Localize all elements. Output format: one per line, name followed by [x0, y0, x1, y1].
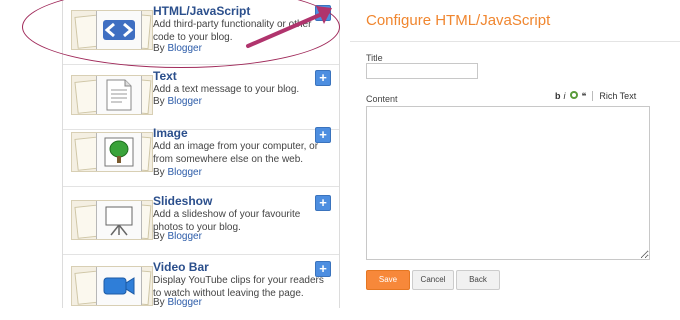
add-gadget-button[interactable]: + — [315, 195, 331, 211]
author-prefix: By — [153, 43, 165, 54]
gadget-author: By Blogger — [153, 167, 202, 178]
gadget-thumbnail — [71, 10, 153, 50]
gadget-thumbnail — [71, 75, 153, 115]
toolbar-separator — [592, 91, 594, 101]
title-input[interactable] — [366, 63, 478, 79]
author-link[interactable]: Blogger — [167, 231, 201, 242]
back-button[interactable]: Back — [456, 270, 500, 290]
gadget-title[interactable]: Slideshow — [153, 194, 212, 208]
author-prefix: By — [153, 231, 165, 242]
add-gadget-button[interactable]: + — [315, 70, 331, 86]
gadget-text[interactable]: Text Add a text message to your blog. By… — [63, 65, 339, 130]
content-textarea[interactable] — [366, 106, 650, 260]
gadget-video-bar[interactable]: Video Bar Display YouTube clips for your… — [63, 256, 339, 320]
gadget-description: Add a text message to your blog. — [153, 84, 300, 95]
gadget-title[interactable]: Text — [153, 69, 177, 83]
gadget-slideshow[interactable]: Slideshow Add a slideshow of your favour… — [63, 190, 339, 255]
author-link[interactable]: Blogger — [167, 297, 201, 308]
link-icon[interactable] — [569, 90, 579, 102]
save-button[interactable]: Save — [366, 270, 410, 290]
content-label: Content — [366, 94, 398, 104]
annotation-arrow — [246, 6, 332, 48]
add-gadget-button[interactable]: + — [315, 127, 331, 143]
add-gadget-button[interactable]: + — [315, 261, 331, 277]
italic-button[interactable]: i — [564, 91, 566, 101]
title-label: Title — [366, 53, 383, 63]
text-document-icon — [96, 76, 142, 114]
gadget-author: By Blogger — [153, 231, 202, 242]
code-brackets-icon — [96, 11, 142, 49]
gadget-title[interactable]: Video Bar — [153, 260, 209, 274]
author-prefix: By — [153, 297, 165, 308]
gadget-thumbnail — [71, 266, 153, 306]
bold-button[interactable]: b — [555, 91, 561, 101]
author-link[interactable]: Blogger — [167, 96, 201, 107]
gadget-title[interactable]: HTML/JavaScript — [153, 4, 250, 18]
configure-panel: Configure HTML/JavaScript Title Content … — [350, 0, 680, 308]
author-link[interactable]: Blogger — [167, 43, 201, 54]
gadget-title[interactable]: Image — [153, 126, 188, 140]
gadget-author: By Blogger — [153, 297, 202, 308]
author-prefix: By — [153, 167, 165, 178]
gadget-thumbnail — [71, 132, 153, 172]
projector-screen-icon — [96, 201, 142, 239]
author-link[interactable]: Blogger — [167, 167, 201, 178]
gadget-author: By Blogger — [153, 43, 202, 54]
rich-text-toggle[interactable]: Rich Text — [599, 91, 636, 101]
divider — [350, 41, 680, 42]
gadget-author: By Blogger — [153, 96, 202, 107]
tree-picture-icon — [96, 133, 142, 171]
cancel-button[interactable]: Cancel — [412, 270, 454, 290]
quote-button[interactable]: ❝ — [582, 91, 587, 102]
panel-title: Configure HTML/JavaScript — [366, 12, 551, 29]
editor-toolbar: b i ❝ Rich Text — [555, 90, 636, 102]
author-prefix: By — [153, 96, 165, 107]
gadget-image[interactable]: Image Add an image from your computer, o… — [63, 122, 339, 187]
gadget-description: Add an image from your computer, or from… — [153, 141, 319, 165]
video-camera-icon — [96, 267, 142, 305]
gadget-thumbnail — [71, 200, 153, 240]
